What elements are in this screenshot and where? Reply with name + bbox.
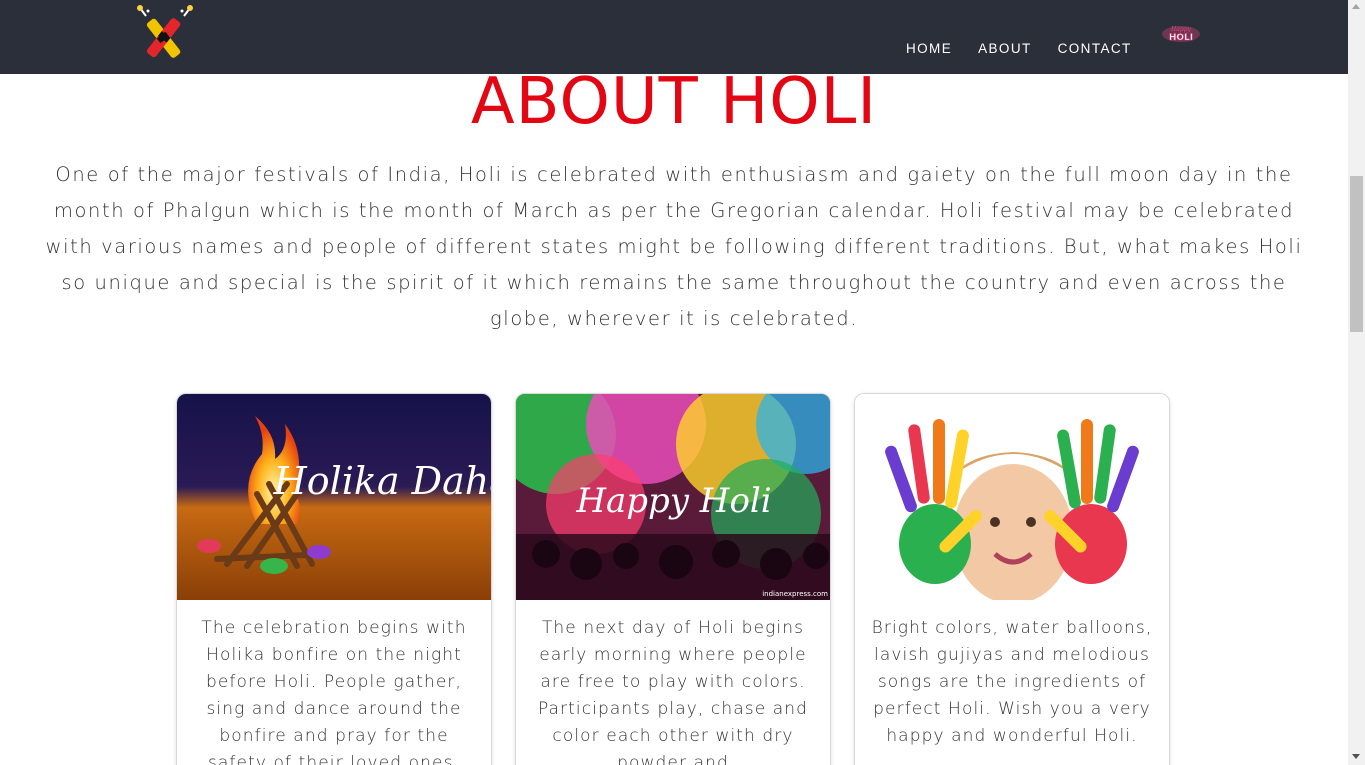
card-holika-dahan: Holika Dahan The celebration begins with… [176, 393, 492, 765]
card-bright-colors: Bright colors, water balloons, lavish gu… [854, 393, 1170, 765]
happy-holi-image-text: Happy Holi [575, 481, 771, 521]
svg-text:HOLI: HOLI [1169, 33, 1193, 43]
page-title: ABOUT HOLI [470, 65, 878, 139]
scrollbar-thumb[interactable] [1350, 176, 1363, 332]
painted-hands-illustration [855, 394, 1169, 600]
image-credit: indianexpress.com [762, 590, 828, 598]
scroll-up-arrow-icon[interactable] [1352, 4, 1360, 9]
svg-text:Happy: Happy [1170, 26, 1191, 33]
firecracker-logo-icon[interactable] [134, 4, 196, 62]
page-scrollbar[interactable] [1348, 0, 1365, 765]
navbar: HOME ABOUT CONTACT Happy HOLI [0, 0, 1348, 74]
holika-dahan-image-text: Holika Dahan [273, 459, 491, 503]
happy-holi-image: Happy Holi indianexpress.com [516, 394, 830, 600]
intro-paragraph: One of the major festivals of India, Hol… [45, 163, 1303, 330]
nav-links: HOME ABOUT CONTACT [906, 41, 1158, 56]
nav-contact-link[interactable]: CONTACT [1058, 41, 1132, 56]
scroll-down-arrow-icon[interactable] [1352, 754, 1360, 759]
happy-holi-badge-icon[interactable]: Happy HOLI [1160, 22, 1202, 44]
holika-dahan-image: Holika Dahan [177, 394, 491, 600]
nav-home-link[interactable]: HOME [906, 41, 952, 56]
painted-hands-image [855, 394, 1169, 600]
card-text: The celebration begins with Holika bonfi… [201, 618, 467, 765]
bonfire-illustration: Holika Dahan [177, 394, 491, 600]
card-text: The next day of Holi begins early mornin… [537, 618, 809, 765]
color-crowd-illustration: Happy Holi indianexpress.com [516, 394, 830, 600]
card-happy-holi: Happy Holi indianexpress.com The next da… [515, 393, 831, 765]
card-text: Bright colors, water balloons, lavish gu… [871, 618, 1153, 746]
nav-about-link[interactable]: ABOUT [978, 41, 1032, 56]
